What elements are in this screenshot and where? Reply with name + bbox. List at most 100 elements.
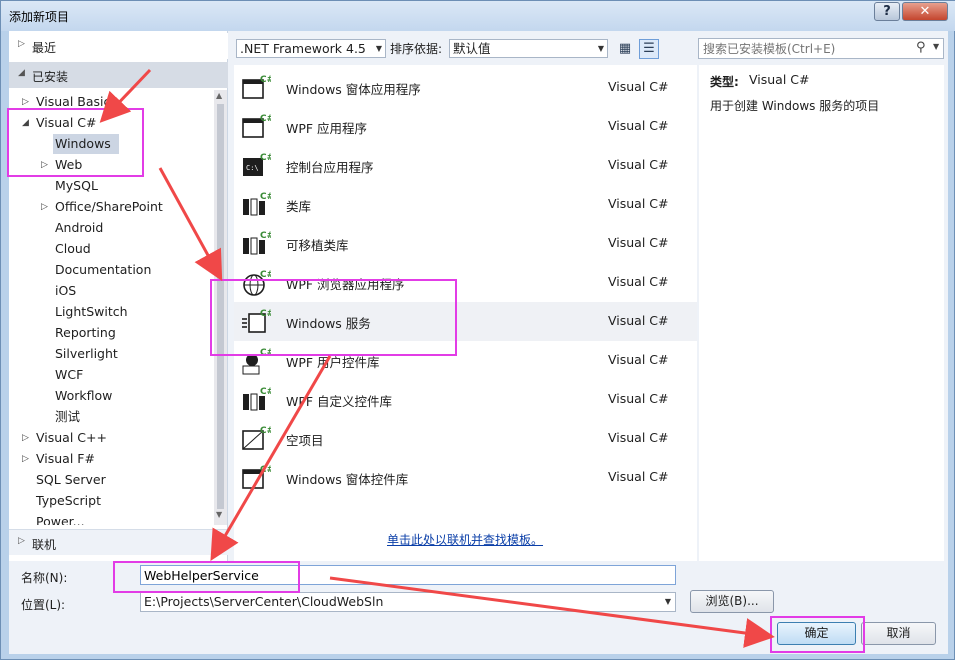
svg-text:C#: C# <box>260 426 271 436</box>
template-name: Windows 窗体控件库 <box>286 472 409 487</box>
wpf-customcontrol-icon: C# <box>241 385 274 415</box>
annotation-box-ok <box>770 616 865 653</box>
template-row[interactable]: C# 类库 Visual C# <box>234 185 697 224</box>
grid-view-icon[interactable]: ▦ <box>615 39 635 59</box>
expand-icon[interactable]: ▷ <box>22 428 29 448</box>
chevron-down-icon[interactable]: ▼ <box>933 42 939 51</box>
template-language: Visual C# <box>608 118 669 133</box>
scroll-up-icon[interactable]: ▲ <box>216 91 222 100</box>
section-recent-label: 最近 <box>32 41 57 55</box>
template-name: WPF 应用程序 <box>286 121 368 136</box>
template-row[interactable]: C# 可移植类库 Visual C# <box>234 224 697 263</box>
winforms-app-icon: C# <box>241 73 274 103</box>
location-value: E:\Projects\ServerCenter\CloudWebSln <box>144 594 384 609</box>
template-language: Visual C# <box>608 391 669 406</box>
tree-item-label: Android <box>55 220 104 235</box>
close-button[interactable]: ✕ <box>902 2 948 21</box>
scroll-down-icon[interactable]: ▼ <box>216 510 222 519</box>
expand-icon: ▷ <box>18 39 25 49</box>
tree-item-label: Workflow <box>55 388 113 403</box>
tree-item-label: Reporting <box>55 325 116 340</box>
tree-item-label: MySQL <box>55 178 98 193</box>
sort-select[interactable]: 默认值 ▼ <box>449 39 608 58</box>
svg-text:C#: C# <box>260 75 271 85</box>
template-row[interactable]: C# 空项目 Visual C# <box>234 419 697 458</box>
section-installed[interactable]: ◢ 已安装 <box>9 62 228 88</box>
template-language: Visual C# <box>608 235 669 250</box>
sort-label: 排序依据: <box>390 42 443 56</box>
online-templates-link[interactable]: 单击此处以联机并查找模板。 <box>387 531 543 548</box>
tree-item-label: iOS <box>55 283 77 298</box>
template-name: 可移植类库 <box>286 238 349 253</box>
template-row[interactable]: C:\C# 控制台应用程序 Visual C# <box>234 146 697 185</box>
browse-button[interactable]: 浏览(B)... <box>690 590 774 613</box>
template-row[interactable]: C# Windows 窗体应用程序 Visual C# <box>234 68 697 107</box>
section-recent[interactable]: ▷ 最近 <box>9 33 228 59</box>
tree-item-label: 测试 <box>55 409 81 424</box>
template-language: Visual C# <box>608 469 669 484</box>
tree-item-label: Visual C++ <box>36 430 107 445</box>
template-language: Visual C# <box>608 352 669 367</box>
list-view-icon[interactable]: ☰ <box>639 39 659 59</box>
template-row[interactable]: C# WPF 自定义控件库 Visual C# <box>234 380 697 419</box>
svg-text:C#: C# <box>260 114 271 124</box>
annotation-box-service <box>210 279 457 356</box>
chevron-down-icon: ▼ <box>375 44 382 53</box>
description-panel: 类型: Visual C# 用于创建 Windows 服务的项目 <box>699 65 944 561</box>
template-row[interactable]: C# WPF 应用程序 Visual C# <box>234 107 697 146</box>
portable-library-icon: C# <box>241 229 274 259</box>
tree-item-label: Power... <box>36 514 85 525</box>
chevron-down-icon: ▼ <box>664 597 671 606</box>
console-app-icon: C:\C# <box>241 151 274 181</box>
expand-icon[interactable]: ▷ <box>41 197 48 217</box>
cancel-button[interactable]: 取消 <box>861 622 936 645</box>
wpf-app-icon: C# <box>241 112 274 142</box>
chevron-down-icon: ▼ <box>597 44 604 53</box>
framework-select[interactable]: .NET Framework 4.5 ▼ <box>236 39 386 58</box>
window-title: 添加新项目 <box>9 10 70 24</box>
template-language: Visual C# <box>608 196 669 211</box>
svg-text:C:\: C:\ <box>246 164 259 172</box>
tree-item-label: Documentation <box>55 262 152 277</box>
title-bar: 添加新项目 ? ✕ <box>1 1 955 31</box>
template-name: 控制台应用程序 <box>286 160 374 175</box>
template-row[interactable]: C# Windows 窗体控件库 Visual C# <box>234 458 697 497</box>
template-language: Visual C# <box>608 274 669 289</box>
name-label: 名称(N): <box>21 571 68 585</box>
expand-icon[interactable]: ▷ <box>22 449 29 469</box>
svg-text:C#: C# <box>260 387 271 397</box>
svg-text:C#: C# <box>260 153 271 163</box>
expand-icon: ▷ <box>18 536 25 546</box>
empty-project-icon: C# <box>241 424 274 454</box>
section-installed-label: 已安装 <box>32 70 69 84</box>
search-input[interactable] <box>703 41 903 56</box>
location-select[interactable]: E:\Projects\ServerCenter\CloudWebSln ▼ <box>140 592 676 612</box>
section-online[interactable]: ▷ 联机 <box>9 529 228 555</box>
tree-item-label: SQL Server <box>36 472 106 487</box>
template-name: Windows 窗体应用程序 <box>286 82 421 97</box>
annotation-box-windows <box>7 108 144 177</box>
sort-value: 默认值 <box>453 41 491 56</box>
help-button[interactable]: ? <box>874 2 900 21</box>
class-library-icon: C# <box>241 190 274 220</box>
section-online-label: 联机 <box>32 538 57 552</box>
svg-text:C#: C# <box>260 192 271 202</box>
tree-item-label: Office/SharePoint <box>55 199 163 214</box>
svg-text:C#: C# <box>260 465 271 475</box>
template-language: Visual C# <box>608 313 669 328</box>
template-language: Visual C# <box>608 157 669 172</box>
tree-item-label: LightSwitch <box>55 304 128 319</box>
template-language: Visual C# <box>608 430 669 445</box>
search-box[interactable]: ⚲ ▼ <box>698 38 944 59</box>
tree-item-label: Silverlight <box>55 346 118 361</box>
template-name: 空项目 <box>286 433 324 448</box>
framework-value: .NET Framework 4.5 <box>240 41 366 56</box>
tree-item-label: TypeScript <box>36 493 101 508</box>
winforms-control-icon: C# <box>241 463 274 493</box>
collapse-icon: ◢ <box>18 68 25 78</box>
type-value: Visual C# <box>749 72 810 87</box>
description-text: 用于创建 Windows 服务的项目 <box>710 99 880 113</box>
search-icon[interactable]: ⚲ <box>916 40 926 55</box>
tree-item-label: WCF <box>55 367 84 382</box>
template-name: WPF 自定义控件库 <box>286 394 393 409</box>
